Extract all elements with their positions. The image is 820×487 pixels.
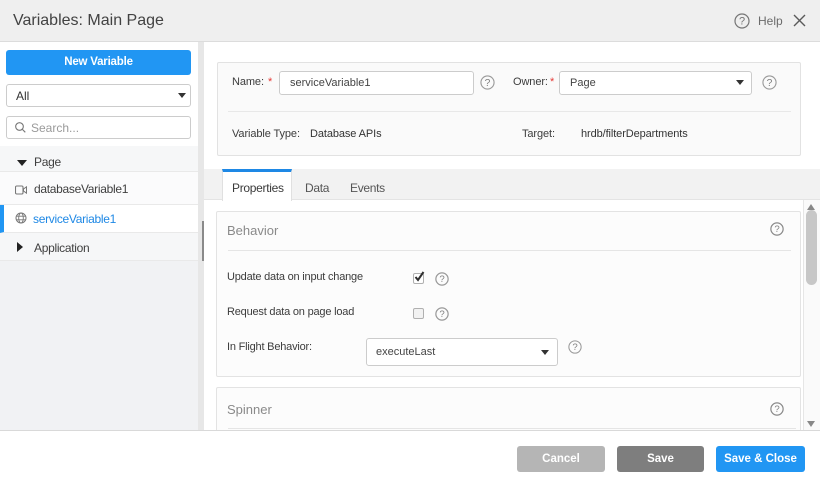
svg-text:?: ? xyxy=(439,274,444,285)
svg-text:?: ? xyxy=(767,78,773,89)
svg-text:?: ? xyxy=(739,16,745,28)
svg-text:?: ? xyxy=(572,342,577,353)
svg-text:?: ? xyxy=(439,309,444,320)
svg-text:?: ? xyxy=(774,404,779,415)
svg-text:?: ? xyxy=(485,78,491,89)
svg-text:?: ? xyxy=(774,224,779,235)
